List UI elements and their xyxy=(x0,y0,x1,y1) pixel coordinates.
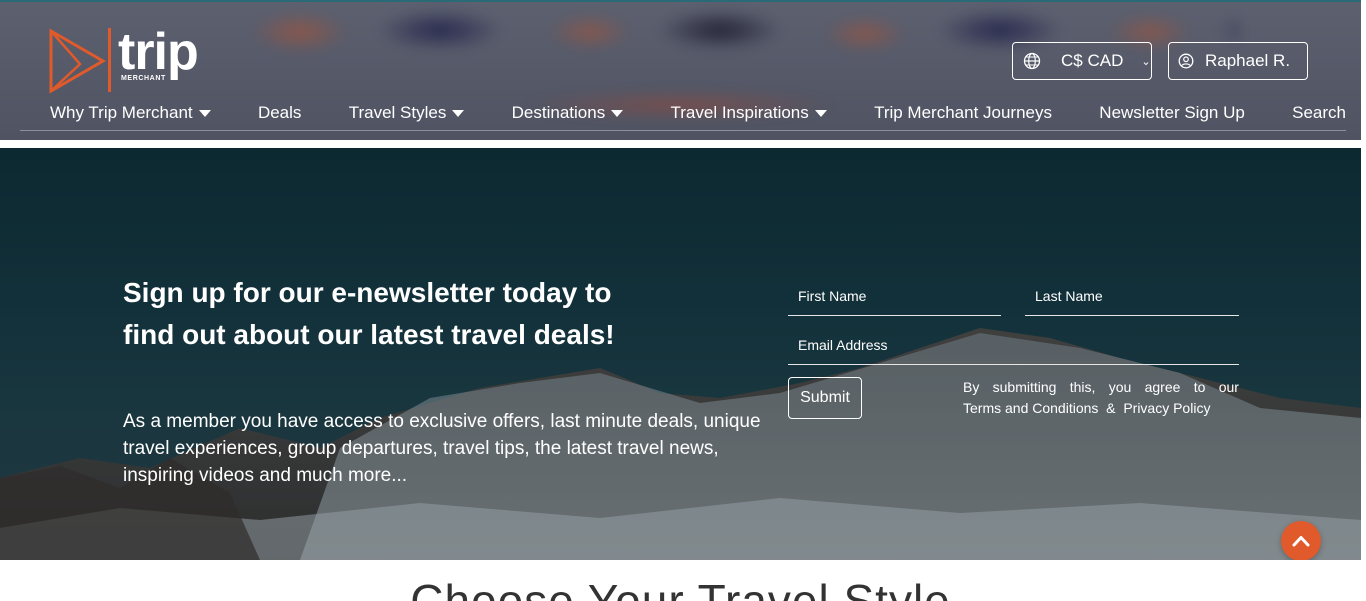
scroll-to-top-button[interactable] xyxy=(1281,521,1321,561)
terms-word: By xyxy=(963,379,980,395)
first-name-field[interactable] xyxy=(788,276,1001,316)
caret-down-icon xyxy=(814,109,827,117)
nav-item-label: Deals xyxy=(257,103,302,122)
user-name: Raphael R. xyxy=(1205,51,1291,70)
terms-word: this, xyxy=(1069,379,1096,395)
section-title: Choose Your Travel Style xyxy=(410,575,951,601)
privacy-policy-link[interactable]: Privacy Policy xyxy=(1123,400,1210,416)
currency-selector[interactable]: C$ CAD ⌄ xyxy=(1012,42,1152,80)
caret-down-icon xyxy=(198,109,211,117)
scrollbar-track xyxy=(1361,0,1366,601)
nav-item-destinations[interactable]: Destinations xyxy=(512,102,624,124)
logo-wordmark: trip xyxy=(118,23,199,81)
logo-subtitle: MERCHANT xyxy=(121,75,166,82)
nav-item-why-trip-merchant[interactable]: Why Trip Merchant xyxy=(50,102,211,124)
play-triangle-logo-icon xyxy=(49,28,106,94)
nav-item-label: Newsletter Sign Up xyxy=(1099,103,1245,122)
currency-label: C$ CAD xyxy=(1061,51,1124,70)
chevron-up-icon xyxy=(1292,536,1310,547)
nav-item-label: Destinations xyxy=(511,103,606,122)
terms-word: submitting xyxy=(992,379,1057,395)
travel-style-section: Choose Your Travel Style xyxy=(0,560,1361,601)
caret-down-icon xyxy=(611,109,624,117)
terms-line-2: Terms and Conditions & Privacy Policy xyxy=(963,398,1239,419)
nav-item-newsletter-sign-up[interactable]: Newsletter Sign Up xyxy=(1099,102,1245,124)
submit-button[interactable]: Submit xyxy=(788,377,862,419)
nav-item-label: Travel Styles xyxy=(348,103,447,122)
terms-word: you xyxy=(1108,379,1132,395)
terms-ampersand: & xyxy=(1102,400,1120,416)
terms-word: agree xyxy=(1144,379,1181,395)
user-account-button[interactable]: Raphael R. xyxy=(1168,42,1308,80)
terms-notice: By submitting this, you agree to our Ter… xyxy=(963,377,1239,419)
user-circle-icon xyxy=(1178,53,1194,69)
nav-item-travel-inspirations[interactable]: Travel Inspirations xyxy=(671,102,827,124)
logo-divider xyxy=(108,28,111,92)
nav-divider xyxy=(20,130,1346,131)
nav-item-label: Trip Merchant Journeys xyxy=(874,103,1052,122)
terms-word: to xyxy=(1193,379,1206,395)
terms-line-1: By submitting this, you agree to our xyxy=(963,377,1239,398)
nav-item-label: Search xyxy=(1292,103,1346,122)
site-header: trip MERCHANT C$ CAD ⌄ Raphael R. Why Tr… xyxy=(0,0,1366,140)
trip-merchant-logo[interactable]: trip MERCHANT xyxy=(48,23,208,94)
main-nav: Why Trip Merchant Deals Travel Styles De… xyxy=(50,102,1346,132)
caret-down-icon xyxy=(452,109,465,117)
newsletter-heading: Sign up for our e-newsletter today to fi… xyxy=(123,277,615,350)
nav-item-travel-styles[interactable]: Travel Styles xyxy=(349,102,465,124)
terms-word: our xyxy=(1218,379,1239,395)
nav-item-label: Why Trip Merchant xyxy=(50,103,193,122)
last-name-field[interactable] xyxy=(1025,276,1239,316)
terms-and-conditions-link[interactable]: Terms and Conditions xyxy=(963,400,1098,416)
nav-item-label: Travel Inspirations xyxy=(670,103,809,122)
chevron-down-icon: ⌄ xyxy=(1141,55,1151,68)
nav-item-deals[interactable]: Deals xyxy=(258,102,301,124)
header-gap xyxy=(0,140,1366,148)
email-field[interactable] xyxy=(788,325,1239,365)
nav-item-trip-merchant-journeys[interactable]: Trip Merchant Journeys xyxy=(874,102,1052,124)
globe-icon xyxy=(1023,52,1041,70)
nav-item-search[interactable]: Search xyxy=(1292,102,1346,124)
newsletter-description: As a member you have access to exclusive… xyxy=(123,411,761,486)
